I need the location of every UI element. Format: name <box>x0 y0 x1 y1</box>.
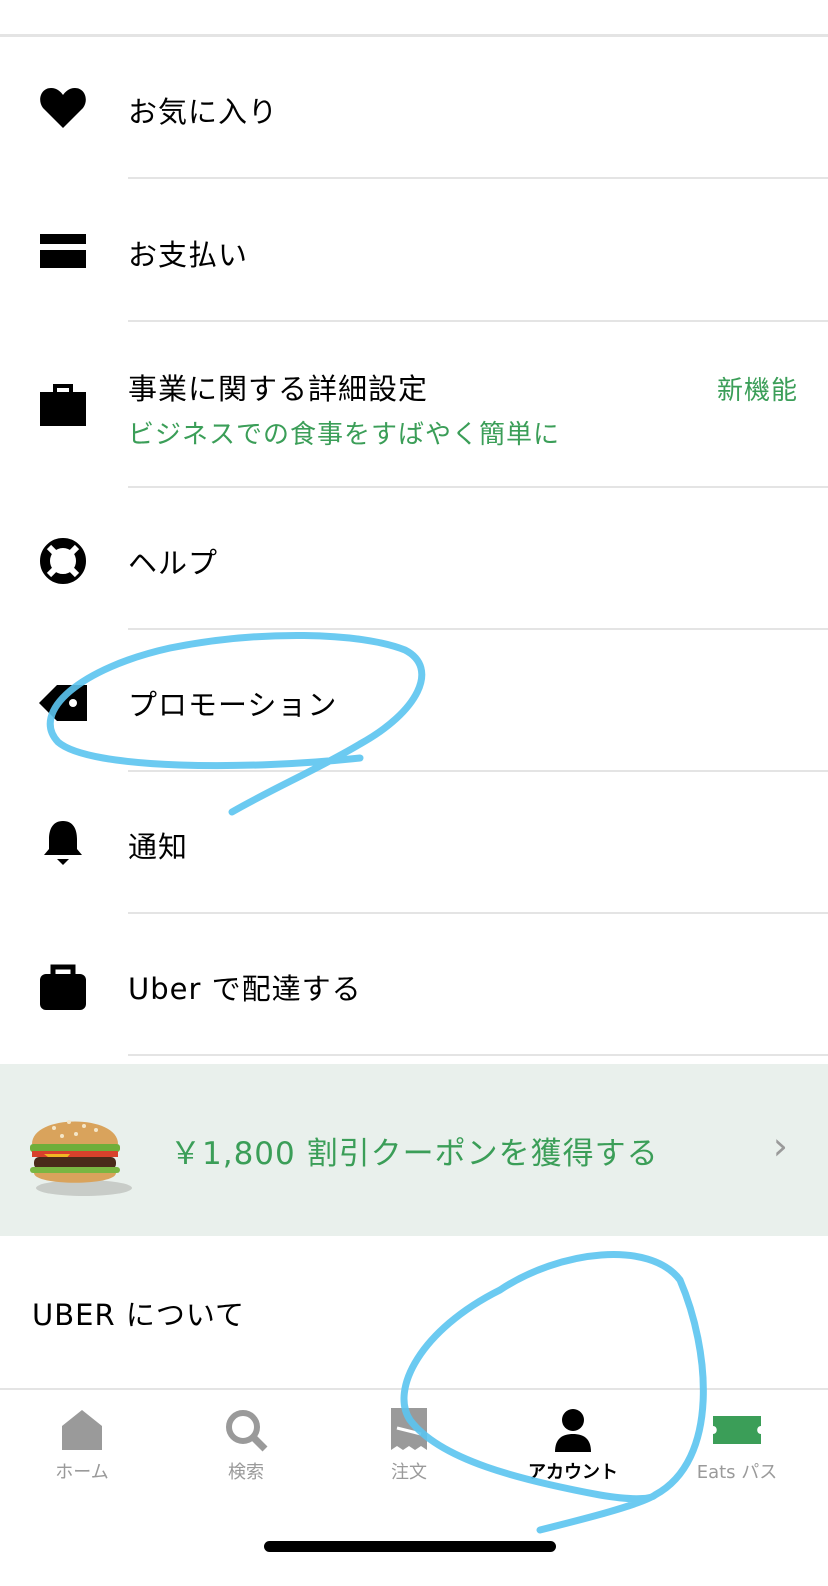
bag-icon <box>38 962 88 1012</box>
tab-label-home: ホーム <box>55 1462 109 1483</box>
home-indicator <box>264 1541 556 1552</box>
menu-label-business: 事業に関する詳細設定 <box>128 372 429 406</box>
menu-item-payment[interactable]: お支払い <box>0 180 828 322</box>
chevron-right-icon: › <box>772 1124 788 1168</box>
menu-item-about-uber[interactable]: UBER について <box>0 1236 828 1388</box>
tab-home[interactable]: ホーム <box>12 1408 152 1488</box>
home-icon <box>62 1410 102 1450</box>
menu-item-promotions[interactable]: プロモーション <box>0 630 828 772</box>
menu-label-notifications: 通知 <box>128 830 189 864</box>
menu-label-deliver: Uber で配達する <box>128 972 362 1006</box>
tag-icon <box>38 678 88 728</box>
new-feature-badge: 新機能 <box>716 376 798 406</box>
tab-label-orders: 注文 <box>391 1462 427 1483</box>
briefcase-icon <box>38 380 88 430</box>
menu-item-help[interactable]: ヘルプ <box>0 488 828 630</box>
divider <box>128 1054 828 1056</box>
credit-card-icon <box>38 226 88 276</box>
menu-item-notifications[interactable]: 通知 <box>0 772 828 914</box>
burger-image <box>30 1120 132 1196</box>
tab-label-search: 検索 <box>228 1462 264 1483</box>
menu-item-deliver-with-uber[interactable]: Uber で配達する <box>0 914 828 1056</box>
about-uber-label: UBER について <box>32 1298 245 1332</box>
menu-item-favorites[interactable]: お気に入り <box>0 37 828 179</box>
tab-eats-pass[interactable]: Eats パス <box>667 1408 807 1488</box>
bottom-tab-bar: ホーム 検索 注文 アカウント Eats パス <box>0 1388 828 1586</box>
tab-search[interactable]: 検索 <box>176 1408 316 1488</box>
divider <box>128 177 828 179</box>
tab-account[interactable]: アカウント <box>503 1408 643 1488</box>
menu-item-business[interactable]: 事業に関する詳細設定 ビジネスでの食事をすばやく簡単に 新機能 <box>0 322 828 488</box>
tab-label-account: アカウント <box>528 1462 618 1483</box>
lifebuoy-icon <box>38 536 88 586</box>
receipt-icon <box>391 1408 427 1450</box>
person-icon <box>555 1409 591 1452</box>
menu-label-promotions: プロモーション <box>128 688 338 722</box>
tab-label-eats-pass: Eats パス <box>696 1462 778 1483</box>
menu-label-payment: お支払い <box>128 238 249 272</box>
menu-label-favorites: お気に入り <box>128 95 279 129</box>
coupon-promo-banner[interactable]: ￥1,800 割引クーポンを獲得する › <box>0 1064 828 1236</box>
tab-orders[interactable]: 注文 <box>339 1408 479 1488</box>
search-icon <box>226 1410 268 1452</box>
ticket-icon <box>713 1416 761 1444</box>
menu-sublabel-business: ビジネスでの食事をすばやく簡単に <box>128 420 561 450</box>
bell-icon <box>38 818 88 868</box>
heart-icon <box>38 83 88 133</box>
coupon-promo-text: ￥1,800 割引クーポンを獲得する <box>170 1136 659 1172</box>
menu-label-help: ヘルプ <box>128 546 219 580</box>
